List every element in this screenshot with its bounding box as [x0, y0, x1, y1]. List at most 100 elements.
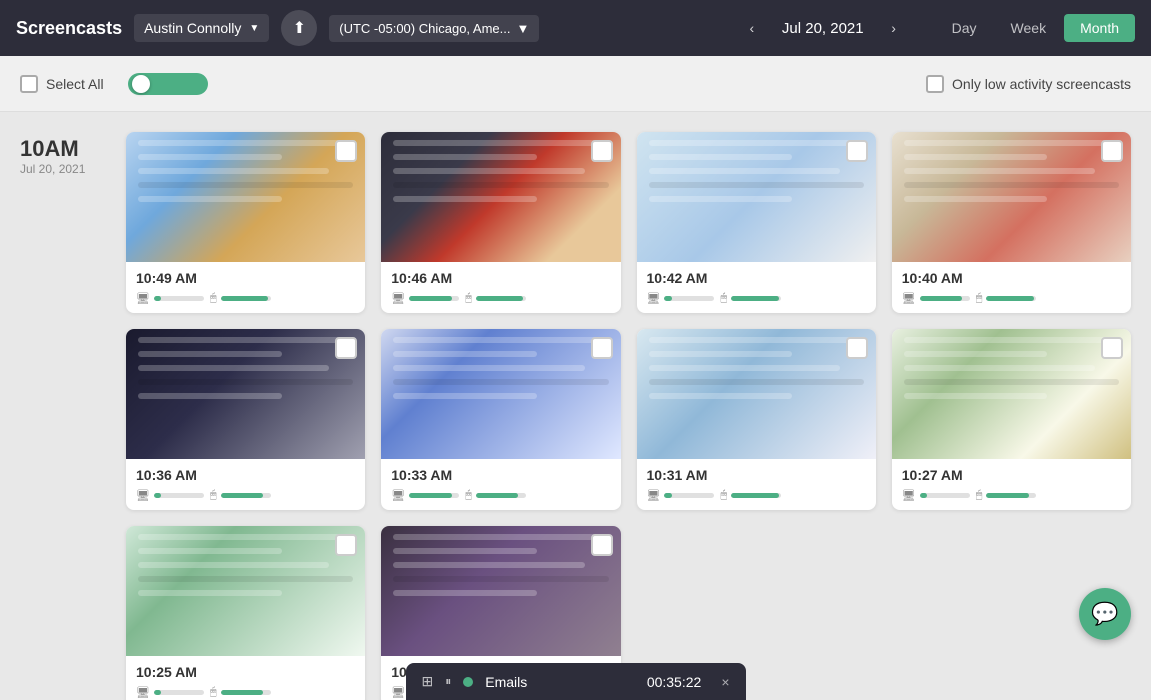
screencast-card[interactable]: 10:46 AM 🖥 🖱: [381, 132, 620, 313]
screencast-card[interactable]: 10:40 AM 🖥 🖱: [892, 132, 1131, 313]
view-tabs: Day Week Month: [936, 14, 1135, 42]
tab-month[interactable]: Month: [1064, 14, 1135, 42]
screencast-time: 10:42 AM: [647, 270, 866, 286]
monitor-icon: 🖥: [902, 292, 916, 305]
monitor-icon: 🖥: [136, 489, 150, 502]
thumbnail-image: [892, 132, 1131, 262]
activity-bars: 🖥 🖱: [647, 489, 866, 502]
low-activity-checkbox[interactable]: [926, 75, 944, 93]
keyboard-activity: 🖥: [902, 292, 970, 305]
card-checkbox[interactable]: [1101, 337, 1123, 359]
activity-bars: 🖥 🖱: [391, 489, 610, 502]
upload-icon: ⬆: [293, 18, 306, 38]
thumbnail-image: [381, 526, 620, 656]
time-group: 10AM Jul 20, 2021 10: [20, 132, 1131, 700]
keyboard-activity: 🖥: [647, 489, 715, 502]
keyboard-bar-fill: [920, 493, 928, 498]
card-checkbox[interactable]: [335, 534, 357, 556]
mouse-bar-track: [986, 493, 1036, 498]
screencast-card[interactable]: 10:25 AM 🖥 🖱: [126, 526, 365, 700]
monitor-icon: 🖥: [391, 686, 405, 699]
thumbnail-image: [381, 329, 620, 459]
date-navigation: ‹ Jul 20, 2021 ›: [738, 14, 908, 42]
keyboard-bar-fill: [664, 296, 672, 301]
chevron-left-icon: ‹: [750, 20, 755, 36]
thumbnail-image: [637, 329, 876, 459]
keyboard-activity: 🖥: [136, 686, 204, 699]
timezone-label: (UTC -05:00) Chicago, Ame...: [339, 21, 510, 36]
mouse-bar-fill: [221, 296, 269, 301]
mouse-activity: 🖱: [210, 686, 271, 699]
toggle-thumb: [132, 75, 150, 93]
monitor-icon: 🖥: [647, 292, 661, 305]
card-checkbox[interactable]: [846, 140, 868, 162]
chat-button[interactable]: 💬: [1079, 588, 1131, 640]
main-content: 10AM Jul 20, 2021 10: [0, 112, 1151, 700]
activity-bars: 🖥 🖱: [902, 489, 1121, 502]
activity-bars: 🖥 🖱: [136, 489, 355, 502]
date-label: Jul 20, 2021: [20, 162, 110, 176]
select-all-label: Select All: [46, 76, 104, 92]
keyboard-bar-track: [409, 296, 459, 301]
keyboard-bar-fill: [154, 493, 162, 498]
keyboard-bar-track: [154, 296, 204, 301]
screencast-time: 10:46 AM: [391, 270, 610, 286]
card-checkbox[interactable]: [591, 534, 613, 556]
activity-bars: 🖥 🖱: [902, 292, 1121, 305]
card-checkbox[interactable]: [591, 140, 613, 162]
keyboard-bar-fill: [664, 493, 672, 498]
select-all-checkbox[interactable]: [20, 75, 38, 93]
monitor-icon: 🖥: [391, 292, 405, 305]
card-checkbox[interactable]: [591, 337, 613, 359]
mouse-icon: 🖱: [465, 489, 472, 502]
keyboard-activity: 🖥: [391, 489, 459, 502]
prev-date-button[interactable]: ‹: [738, 14, 766, 42]
screencast-card[interactable]: 10:31 AM 🖥 🖱: [637, 329, 876, 510]
keyboard-bar-fill: [409, 493, 452, 498]
card-checkbox[interactable]: [335, 337, 357, 359]
screencast-card[interactable]: 10:49 AM 🖥 🖱: [126, 132, 365, 313]
card-checkbox[interactable]: [335, 140, 357, 162]
tab-week[interactable]: Week: [995, 14, 1063, 42]
screencast-time: 10:27 AM: [902, 467, 1121, 483]
mouse-bar-fill: [221, 493, 264, 498]
low-activity-group: Only low activity screencasts: [926, 75, 1131, 93]
mouse-icon: 🖱: [210, 686, 217, 699]
timezone-selector[interactable]: (UTC -05:00) Chicago, Ame... ▼: [329, 15, 539, 42]
status-dot: [463, 677, 473, 687]
user-selector[interactable]: Austin Connolly ▼: [134, 14, 269, 42]
screencast-card[interactable]: 10:27 AM 🖥 🖱: [892, 329, 1131, 510]
keyboard-bar-track: [664, 493, 714, 498]
card-checkbox[interactable]: [1101, 140, 1123, 162]
thumbnail-image: [126, 526, 365, 656]
mouse-icon: 🖱: [976, 489, 983, 502]
keyboard-activity: 🖥: [902, 489, 970, 502]
next-date-button[interactable]: ›: [880, 14, 908, 42]
mouse-activity: 🖱: [210, 489, 271, 502]
tab-day[interactable]: Day: [936, 14, 993, 42]
mouse-activity: 🖱: [465, 292, 526, 305]
mouse-bar-track: [221, 690, 271, 695]
mouse-icon: 🖱: [720, 489, 727, 502]
hour-label: 10AM: [20, 136, 110, 162]
close-icon[interactable]: ×: [721, 674, 729, 690]
upload-button[interactable]: ⬆: [281, 10, 317, 46]
card-checkbox[interactable]: [846, 337, 868, 359]
activity-bars: 🖥 🖱: [647, 292, 866, 305]
mouse-bar-fill: [731, 296, 779, 301]
chevron-down-icon: ▼: [249, 23, 259, 34]
keyboard-bar-track: [664, 296, 714, 301]
screencast-card[interactable]: 10:33 AM 🖥 🖱: [381, 329, 620, 510]
thumbnail-image: [381, 132, 620, 262]
grid-icon: ⊞: [422, 673, 434, 690]
pause-icon[interactable]: ⏸: [445, 674, 451, 689]
mouse-bar-track: [986, 296, 1036, 301]
screencast-card[interactable]: 10:36 AM 🖥 🖱: [126, 329, 365, 510]
keyboard-activity: 🖥: [136, 292, 204, 305]
chat-icon: 💬: [1091, 601, 1118, 627]
screencast-card[interactable]: 10:42 AM 🖥 🖱: [637, 132, 876, 313]
bottom-bar-time: 00:35:22: [647, 674, 702, 690]
mouse-icon: 🖱: [210, 292, 217, 305]
activity-toggle[interactable]: [128, 73, 208, 95]
low-activity-label: Only low activity screencasts: [952, 76, 1131, 92]
